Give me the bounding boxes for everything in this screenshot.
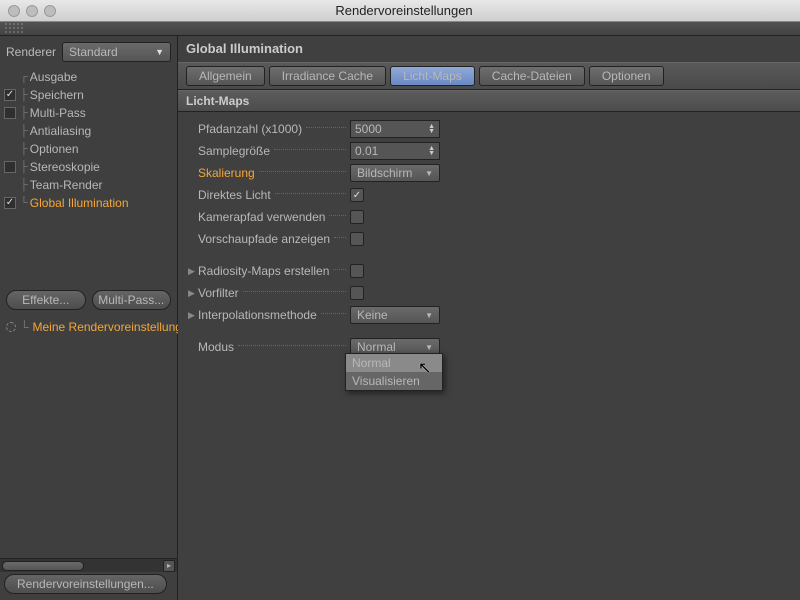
label-radiosity: Radiosity-Maps erstellen bbox=[198, 264, 329, 278]
section-title: Licht-Maps bbox=[178, 90, 800, 112]
checkbox-icon[interactable] bbox=[4, 161, 16, 173]
scroll-right-icon[interactable]: ▸ bbox=[163, 560, 175, 572]
spinner-icon[interactable]: ▲▼ bbox=[428, 146, 435, 156]
tab-allgemein[interactable]: Allgemein bbox=[186, 66, 265, 86]
checkbox-vorfilter[interactable] bbox=[350, 286, 364, 300]
tree-item-teamrender[interactable]: ├Team-Render bbox=[0, 176, 177, 194]
expand-icon[interactable]: ▶ bbox=[188, 266, 198, 277]
settings-tree: ┌Ausgabe ├Speichern ├Multi-Pass ├Antiali… bbox=[0, 66, 177, 284]
multipass-button[interactable]: Multi-Pass... bbox=[92, 290, 172, 310]
chevron-down-icon: ▼ bbox=[425, 343, 433, 352]
checkbox-kamerapfad[interactable] bbox=[350, 210, 364, 224]
tree-item-gi[interactable]: └Global Illumination bbox=[0, 194, 177, 212]
label-pfadanzahl: Pfadanzahl (x1000) bbox=[198, 122, 302, 136]
tree-item-optionen[interactable]: ├Optionen bbox=[0, 140, 177, 158]
chevron-down-icon: ▼ bbox=[425, 311, 433, 320]
tree-item-antialiasing[interactable]: ├Antialiasing bbox=[0, 122, 177, 140]
combo-skalierung[interactable]: Bildschirm▼ bbox=[350, 164, 440, 182]
form: Pfadanzahl (x1000) 5000▲▼ Samplegröße 0.… bbox=[178, 112, 800, 364]
render-settings-button[interactable]: Rendervoreinstellungen... bbox=[4, 574, 167, 594]
checkbox-radiosity[interactable] bbox=[350, 264, 364, 278]
expand-icon[interactable]: ▶ bbox=[188, 288, 198, 299]
tree-item-multipass[interactable]: ├Multi-Pass bbox=[0, 104, 177, 122]
combo-interpolation[interactable]: Keine▼ bbox=[350, 306, 440, 324]
popup-option-visualisieren[interactable]: Visualisieren bbox=[346, 372, 442, 390]
label-modus: Modus bbox=[198, 340, 234, 354]
window-title: Rendervoreinstellungen bbox=[16, 3, 792, 18]
preset-icon bbox=[6, 322, 16, 332]
renderer-label: Renderer bbox=[6, 45, 56, 59]
popup-option-normal[interactable]: Normal bbox=[346, 354, 442, 372]
window-titlebar: Rendervoreinstellungen bbox=[0, 0, 800, 22]
checkbox-icon[interactable] bbox=[4, 197, 16, 209]
label-kamerapfad: Kamerapfad verwenden bbox=[198, 210, 325, 224]
tree-item-ausgabe[interactable]: ┌Ausgabe bbox=[0, 68, 177, 86]
tab-lichtmaps[interactable]: Licht-Maps bbox=[390, 66, 475, 86]
checkbox-vorschaupfade[interactable] bbox=[350, 232, 364, 246]
grip-icon[interactable] bbox=[4, 22, 24, 34]
sidebar: Renderer Standard ▼ ┌Ausgabe ├Speichern … bbox=[0, 36, 178, 600]
label-direkteslicht: Direktes Licht bbox=[198, 188, 271, 202]
label-skalierung: Skalierung bbox=[198, 166, 255, 180]
checkbox-icon[interactable] bbox=[4, 107, 16, 119]
preset-row[interactable]: └ Meine Rendervoreinstellung bbox=[0, 316, 177, 344]
effects-button[interactable]: Effekte... bbox=[6, 290, 86, 310]
main-panel: Global Illumination Allgemein Irradiance… bbox=[178, 36, 800, 600]
tree-item-stereoskopie[interactable]: ├Stereoskopie bbox=[0, 158, 177, 176]
tab-optionen[interactable]: Optionen bbox=[589, 66, 664, 86]
label-vorfilter: Vorfilter bbox=[198, 286, 239, 300]
preset-label: Meine Rendervoreinstellung bbox=[33, 320, 182, 334]
scrollbar-thumb[interactable] bbox=[2, 561, 84, 571]
input-samplegroesse[interactable]: 0.01▲▼ bbox=[350, 142, 440, 160]
tab-cachedateien[interactable]: Cache-Dateien bbox=[479, 66, 585, 86]
tab-irradiance[interactable]: Irradiance Cache bbox=[269, 66, 386, 86]
modus-popup: Normal Visualisieren bbox=[345, 353, 443, 391]
renderer-dropdown[interactable]: Standard ▼ bbox=[62, 42, 171, 62]
renderer-value: Standard bbox=[69, 45, 118, 59]
checkbox-icon[interactable] bbox=[4, 89, 16, 101]
chevron-down-icon: ▼ bbox=[425, 169, 433, 178]
tree-item-speichern[interactable]: ├Speichern bbox=[0, 86, 177, 104]
input-pfadanzahl[interactable]: 5000▲▼ bbox=[350, 120, 440, 138]
expand-icon[interactable]: ▶ bbox=[188, 310, 198, 321]
toolbar-strip bbox=[0, 22, 800, 36]
panel-title: Global Illumination bbox=[178, 36, 800, 62]
sidebar-scrollbar[interactable]: ▸ bbox=[0, 558, 177, 572]
checkbox-direkteslicht[interactable] bbox=[350, 188, 364, 202]
tab-bar: Allgemein Irradiance Cache Licht-Maps Ca… bbox=[178, 62, 800, 90]
label-samplegroesse: Samplegröße bbox=[198, 144, 270, 158]
spinner-icon[interactable]: ▲▼ bbox=[428, 124, 435, 134]
chevron-down-icon: ▼ bbox=[155, 47, 164, 57]
label-vorschaupfade: Vorschaupfade anzeigen bbox=[198, 232, 330, 246]
label-interpolation: Interpolationsmethode bbox=[198, 308, 317, 322]
